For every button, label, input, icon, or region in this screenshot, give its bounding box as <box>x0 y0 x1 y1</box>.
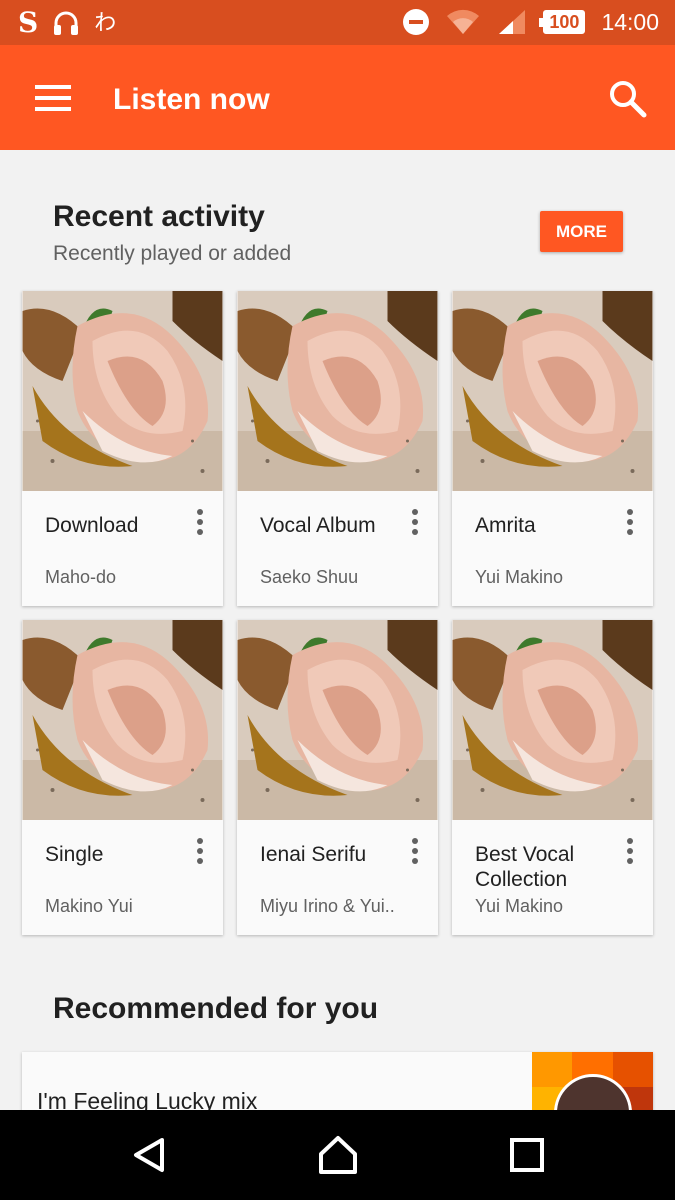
battery-icon: 100 <box>539 10 586 34</box>
app-bar: Listen now <box>0 45 675 150</box>
album-card[interactable]: Amrita Yui Makino <box>452 291 653 606</box>
album-title: Single <box>45 843 104 866</box>
album-art <box>452 291 653 491</box>
navigation-bar <box>0 1110 675 1200</box>
album-card[interactable]: Vocal Album Saeko Shuu <box>237 291 438 606</box>
album-artist: Yui Makino <box>475 896 564 916</box>
overflow-menu-icon[interactable] <box>624 509 636 539</box>
section-title-recent: Recent activity <box>53 200 265 233</box>
album-card[interactable]: Ienai Serifu Miyu Irino & Yui.. <box>237 620 438 935</box>
cell-signal-icon <box>499 10 526 34</box>
album-card[interactable]: Download Maho-do <box>22 291 223 606</box>
album-card[interactable]: Single Makino Yui <box>22 620 223 935</box>
album-art <box>452 620 653 820</box>
overflow-menu-icon[interactable] <box>409 509 421 539</box>
album-title: Download <box>45 514 139 537</box>
section-subtitle-recent: Recently played or added <box>53 242 292 265</box>
s-notification-icon: S <box>18 6 39 39</box>
album-card[interactable]: Best Vocal Collection Yui Makino <box>452 620 653 935</box>
wifi-icon <box>447 9 480 34</box>
album-title: Ienai Serifu <box>260 843 367 866</box>
album-artist: Miyu Irino & Yui.. <box>260 896 395 916</box>
hamburger-menu-icon[interactable] <box>35 85 71 111</box>
album-title: Best Vocal Collection <box>475 843 575 891</box>
do-not-disturb-icon <box>403 9 430 35</box>
page-title: Listen now <box>113 83 270 116</box>
recents-icon[interactable] <box>504 1132 550 1178</box>
album-title: Amrita <box>475 514 536 537</box>
status-bar: S わ 100 14:00 <box>0 0 675 45</box>
overflow-menu-icon[interactable] <box>624 838 636 868</box>
album-art <box>237 620 438 820</box>
home-icon[interactable] <box>315 1132 361 1178</box>
overflow-menu-icon[interactable] <box>194 509 206 539</box>
album-artist: Saeko Shuu <box>260 567 359 587</box>
search-icon[interactable] <box>606 77 650 121</box>
section-title-recommended: Recommended for you <box>53 992 379 1025</box>
clock: 14:00 <box>601 9 659 35</box>
album-art <box>22 620 223 820</box>
overflow-menu-icon[interactable] <box>409 838 421 868</box>
overflow-menu-icon[interactable] <box>194 838 206 868</box>
album-art <box>22 291 223 491</box>
wa-notification-icon: わ <box>94 10 117 35</box>
more-button[interactable]: MORE <box>540 211 623 252</box>
back-icon[interactable] <box>126 1132 172 1178</box>
album-artist: Yui Makino <box>475 567 564 587</box>
album-title: Vocal Album <box>260 514 376 537</box>
album-artist: Maho-do <box>45 567 117 587</box>
album-artist: Makino Yui <box>45 896 133 916</box>
headphones-icon <box>54 11 79 35</box>
album-art <box>237 291 438 491</box>
